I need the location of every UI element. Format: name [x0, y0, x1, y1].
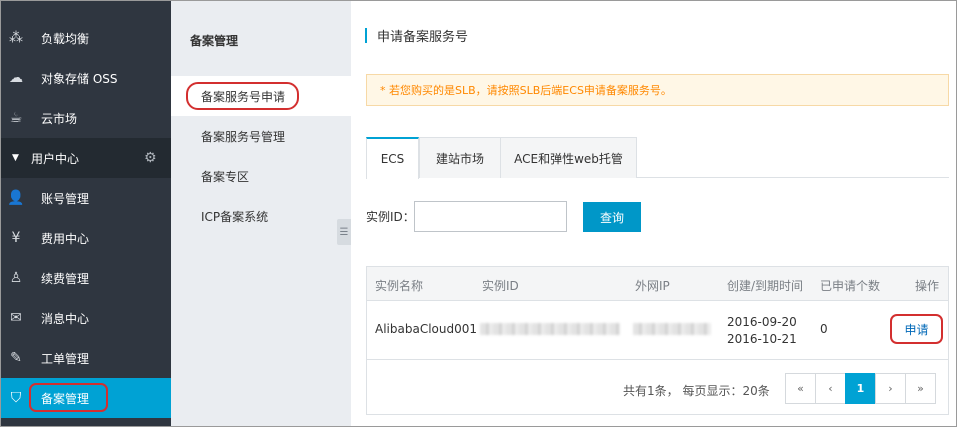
app-window: ⁂ 负载均衡 ☁ 对象存储 OSS ☕ 云市场 ▼ 用户中心 ⚙ 👤 账号管理 …	[0, 0, 957, 427]
sidebar-item-label: 消息中心	[41, 311, 90, 326]
column-header: 已申请个数	[820, 279, 881, 293]
sidebar-item-label: 账号管理	[41, 191, 90, 206]
sidebar-item-market[interactable]: ☕ 云市场	[1, 98, 171, 138]
gear-icon[interactable]: ⚙	[144, 150, 157, 166]
load-balance-icon: ⁂	[9, 30, 23, 46]
instance-id-label: 实例ID：	[366, 210, 415, 224]
created-date: 2016-09-20	[727, 315, 797, 329]
cloud-storage-icon: ☁	[9, 70, 23, 86]
expire-date: 2016-10-21	[727, 332, 797, 346]
pen-icon: ✎	[10, 350, 22, 366]
sidebar-item-billing[interactable]: ¥ 费用中心	[1, 218, 171, 258]
highlight-annotation	[186, 82, 299, 110]
pagination-info: 共有1条， 每页显示：20条	[623, 384, 770, 398]
query-button[interactable]: 查询	[583, 202, 641, 232]
column-header: 操作	[915, 279, 940, 293]
sidebar-section-user-center[interactable]: ▼ 用户中心 ⚙	[1, 138, 171, 178]
title-accent-bar	[365, 27, 367, 43]
shield-icon: ⛉	[10, 390, 22, 406]
sidebar-item-tickets[interactable]: ✎ 工单管理	[1, 338, 171, 378]
redacted-instance-id	[480, 323, 620, 335]
main-content: 申请备案服务号 * 若您购买的是SLB，请按照SLB后端ECS申请备案服务号。 …	[351, 1, 956, 426]
tab-bar: ECS 建站市场 ACE和弹性web托管	[366, 137, 949, 179]
sidebar-item-label: 对象存储 OSS	[41, 71, 118, 86]
user-icon: 👤	[7, 190, 25, 206]
renew-icon: ♙	[9, 270, 23, 286]
main-sidebar: ⁂ 负载均衡 ☁ 对象存储 OSS ☕ 云市场 ▼ 用户中心 ⚙ 👤 账号管理 …	[1, 1, 171, 426]
cloud-market-icon: ☕	[9, 110, 23, 126]
collapse-menu-icon[interactable]: ☰	[337, 219, 351, 245]
sidebar-item-label: 费用中心	[41, 231, 90, 246]
highlight-annotation	[29, 383, 108, 412]
tab-ace-web-hosting[interactable]: ACE和弹性web托管	[500, 137, 637, 178]
sidebar-item-label: 续费管理	[41, 271, 90, 286]
page-number-button[interactable]: 1	[845, 373, 876, 404]
sidebar-section-label: 用户中心	[31, 151, 80, 166]
column-header: 创建/到期时间	[727, 279, 804, 293]
sidebar-item-messages[interactable]: ✉ 消息中心	[1, 298, 171, 338]
sidebar-item-oss[interactable]: ☁ 对象存储 OSS	[1, 58, 171, 98]
table-row: AlibabaCloud001 2016-09-20 2016-10-21 0 …	[367, 302, 948, 360]
submenu-item-icp-system[interactable]: ICP备案系统	[171, 196, 351, 236]
apply-link[interactable]: 申请	[890, 314, 943, 344]
instance-table: 实例名称 实例ID 外网IP 创建/到期时间 已申请个数 操作 AlibabaC…	[366, 266, 949, 415]
tab-site-market[interactable]: 建站市场	[419, 137, 501, 178]
last-page-button[interactable]: »	[905, 373, 936, 404]
column-header: 实例ID	[482, 279, 519, 293]
mail-icon: ✉	[10, 310, 22, 326]
notice-banner: * 若您购买的是SLB，请按照SLB后端ECS申请备案服务号。	[366, 74, 949, 106]
table-header: 实例名称 实例ID 外网IP 创建/到期时间 已申请个数 操作	[367, 267, 948, 301]
secondary-menu: 备案管理 备案服务号申请 备案服务号管理 备案专区 ICP备案系统	[171, 1, 351, 426]
instance-name: AlibabaCloud001	[375, 322, 477, 336]
sidebar-item-account[interactable]: 👤 账号管理	[1, 178, 171, 218]
sidebar-item-label: 负载均衡	[41, 31, 90, 46]
sidebar-item-renewal[interactable]: ♙ 续费管理	[1, 258, 171, 298]
prev-page-button[interactable]: ‹	[815, 373, 846, 404]
redacted-public-ip	[633, 323, 711, 335]
submenu-item-zone[interactable]: 备案专区	[171, 156, 351, 196]
submenu-item-manage[interactable]: 备案服务号管理	[171, 116, 351, 156]
column-header: 实例名称	[375, 279, 424, 293]
applied-count: 0	[820, 322, 828, 336]
submenu-title: 备案管理	[190, 34, 239, 48]
sidebar-item-label: 云市场	[41, 111, 78, 126]
sidebar-item-label: 工单管理	[41, 351, 90, 366]
yen-icon: ¥	[11, 230, 21, 246]
first-page-button[interactable]: «	[785, 373, 816, 404]
instance-id-input[interactable]	[414, 201, 567, 232]
caret-down-icon: ▼	[12, 153, 19, 163]
column-header: 外网IP	[635, 279, 670, 293]
tab-ecs[interactable]: ECS	[366, 137, 419, 179]
page-title: 申请备案服务号	[365, 27, 469, 45]
sidebar-item-slb[interactable]: ⁂ 负载均衡	[1, 18, 171, 58]
next-page-button[interactable]: ›	[875, 373, 906, 404]
page-title-text: 申请备案服务号	[377, 29, 469, 45]
